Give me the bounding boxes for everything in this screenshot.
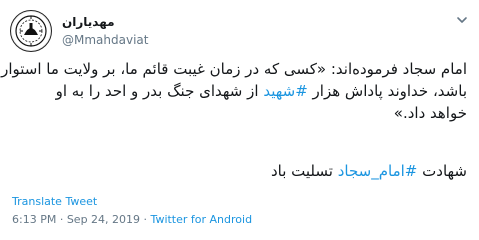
tweet-source-link[interactable]: Twitter for Android: [151, 213, 253, 226]
tweet-paragraph-2: شهادت #امام_سجاد تسلیت باد: [14, 160, 467, 182]
hashtag-shahid[interactable]: #شهید: [263, 82, 307, 100]
tweet-line-2-before: باشد، خداوند پاداش هزار: [307, 82, 467, 100]
avatar[interactable]: [10, 10, 52, 52]
tweet-line-2-after: از شهدای جنگ بدر و احد را به او: [55, 82, 264, 100]
mahdaviat-logo-icon: [12, 12, 50, 50]
display-name[interactable]: مهدیاران: [62, 14, 122, 30]
tweet-line-2: باشد، خداوند پاداش هزار #شهید از شهدای ج…: [14, 80, 467, 102]
tweet-metadata: 6:13 PM · Sep 24, 2019 · Twitter for And…: [12, 213, 252, 226]
hashtag-imam-sajjad[interactable]: #امام_سجاد: [338, 162, 418, 180]
chevron-down-icon[interactable]: [455, 12, 469, 26]
user-handle[interactable]: @Mmahdaviat: [62, 32, 148, 48]
tweet-line-1: امام سجاد فرموده‌اند: «کسی که در زمان غی…: [1, 60, 467, 78]
user-info: مهدیاران @Mmahdaviat: [62, 14, 148, 48]
tweet-line-3: خواهد داد.»: [393, 104, 467, 122]
tweet-text: امام سجاد فرموده‌اند: «کسی که در زمان غی…: [1, 58, 467, 124]
para2-after: تسلیت باد: [270, 162, 338, 180]
translate-tweet-link[interactable]: Translate Tweet: [12, 195, 97, 208]
tweet-date[interactable]: Sep 24, 2019: [67, 213, 140, 226]
meta-separator: ·: [56, 213, 67, 226]
para2-before: شهادت: [417, 162, 467, 180]
tweet-time[interactable]: 6:13 PM: [12, 213, 56, 226]
meta-separator: ·: [140, 213, 151, 226]
tweet-card: مهدیاران @Mmahdaviat امام سجاد فرموده‌ان…: [0, 0, 479, 240]
